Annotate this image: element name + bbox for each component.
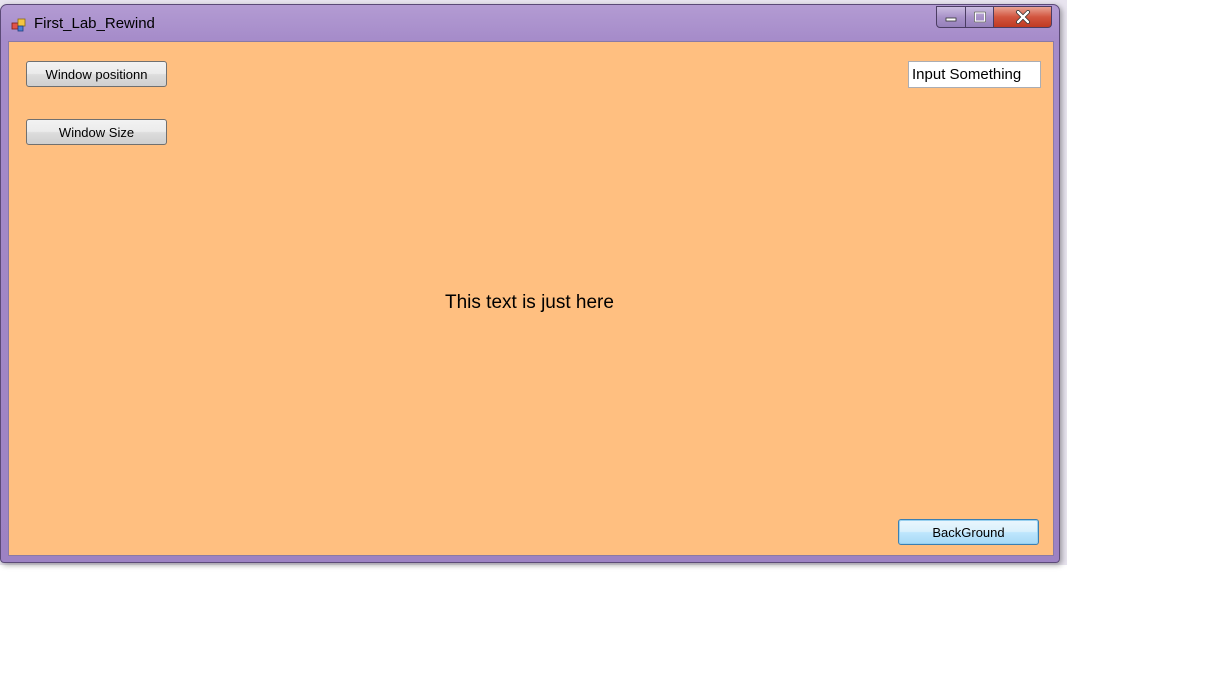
- form-client-area: Window positionn Window Size This text i…: [8, 41, 1054, 556]
- maximize-icon: [973, 11, 986, 23]
- window-title: First_Lab_Rewind: [34, 15, 155, 32]
- title-bar[interactable]: First_Lab_Rewind: [1, 5, 1059, 41]
- close-button[interactable]: [994, 6, 1052, 28]
- maximize-button[interactable]: [966, 6, 994, 28]
- close-icon: [1015, 10, 1030, 24]
- input-textbox[interactable]: [908, 61, 1041, 88]
- app-icon: [11, 18, 26, 32]
- caption-buttons: [936, 6, 1052, 30]
- app-window: First_Lab_Rewind Window positionn Window…: [0, 4, 1060, 563]
- window-size-button[interactable]: Window Size: [26, 119, 167, 145]
- minimize-button[interactable]: [936, 6, 966, 28]
- window-position-button[interactable]: Window positionn: [26, 61, 167, 87]
- minimize-icon: [945, 17, 957, 22]
- background-button[interactable]: BackGround: [898, 519, 1039, 545]
- center-label: This text is just here: [445, 292, 614, 313]
